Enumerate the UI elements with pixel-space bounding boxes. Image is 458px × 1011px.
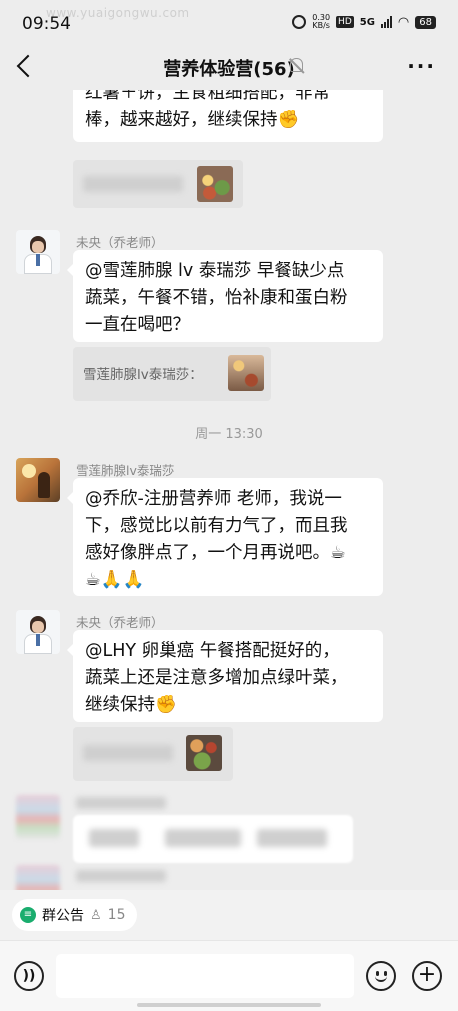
message-list[interactable]: 红薯＋饼，主食粗细搭配，非常 棒，越来越好，继续保持✊ 未央（乔老师） @雪莲肺… xyxy=(0,90,458,890)
add-attachment-icon[interactable]: + xyxy=(412,961,442,991)
emoji-icon[interactable] xyxy=(366,961,396,991)
muted-bell-icon xyxy=(290,58,303,72)
message-line: @LHY 卵巢癌 午餐搭配挺好的， xyxy=(85,641,340,661)
chat-title: 营养体验营(56) xyxy=(163,59,295,80)
message-line: 蔬菜，午餐不错，怡补康和蛋白粉 xyxy=(85,288,348,308)
blurred-sender xyxy=(76,797,166,809)
sender-name: 未央（乔老师） xyxy=(76,615,164,630)
group-notice-button[interactable]: ≡ 群公告 ♙ 15 xyxy=(12,899,138,931)
quoted-food-image[interactable] xyxy=(186,735,222,771)
blurred-quote-text xyxy=(83,745,173,761)
voice-input-icon[interactable]: )) xyxy=(14,961,44,991)
blurred-sender xyxy=(76,870,166,882)
avatar-figure xyxy=(38,472,50,498)
avatar-face xyxy=(32,241,44,253)
network-type: 5G xyxy=(359,16,375,28)
sender-name: 雪莲肺腺lv泰瑞莎 xyxy=(76,463,175,478)
message-bubble[interactable] xyxy=(73,815,353,863)
avatar-sun xyxy=(22,464,36,478)
sender-name: 未央（乔老师） xyxy=(76,235,164,250)
net-speed-unit: KB/s xyxy=(312,21,330,30)
avatar[interactable] xyxy=(16,795,60,839)
wifi-icon: ◠ xyxy=(397,14,410,30)
message-line: 红薯＋饼，主食粗细搭配，非常 xyxy=(85,90,330,103)
more-options-icon[interactable]: ··· xyxy=(407,54,436,78)
message-line: 下，感觉比以前有力气了，而且我 xyxy=(85,516,348,536)
blurred-message xyxy=(165,829,241,847)
time-separator: 周一 13:30 xyxy=(195,427,263,442)
group-notice-bar: ≡ 群公告 ♙ 15 xyxy=(0,890,458,940)
message-line: 棒，越来越好，继续保持✊ xyxy=(85,110,300,130)
signal-icon xyxy=(380,16,392,28)
notice-label: 群公告 xyxy=(42,908,84,924)
avatar[interactable] xyxy=(16,865,60,890)
quoted-message[interactable] xyxy=(73,160,243,208)
message-line: 蔬菜上还是注意多增加点绿叶菜， xyxy=(85,668,348,688)
quoted-message[interactable] xyxy=(73,727,233,781)
avatar-tie xyxy=(36,254,40,266)
message-line: @雪莲肺腺 lv 泰瑞莎 早餐缺少点 xyxy=(85,261,345,281)
avatar[interactable] xyxy=(16,610,60,654)
notice-icon: ≡ xyxy=(20,907,36,923)
chat-header: 营养体验营(56) ··· xyxy=(0,44,458,90)
message-bubble[interactable]: @LHY 卵巢癌 午餐搭配挺好的， 蔬菜上还是注意多增加点绿叶菜， 继续保持✊ xyxy=(67,630,383,722)
battery-icon: 68 xyxy=(415,15,436,29)
net-speed: 0.30 KB/s xyxy=(312,14,330,30)
avatar[interactable] xyxy=(16,230,60,274)
message-bubble[interactable]: @雪莲肺腺 lv 泰瑞莎 早餐缺少点 蔬菜，午餐不错，怡补康和蛋白粉 一直在喝吧… xyxy=(67,250,383,342)
message-bubble[interactable]: @乔欣-注册营养师 老师，我说一 下，感觉比以前有力气了，而且我 感好像胖点了，… xyxy=(67,478,383,596)
message-line: ☕🙏🙏 xyxy=(85,570,145,590)
message-line: 一直在喝吧？ xyxy=(85,315,190,335)
blurred-message xyxy=(257,829,327,847)
message-line: 继续保持✊ xyxy=(85,695,177,715)
member-count: 15 xyxy=(107,907,126,923)
avatar-tie xyxy=(36,634,40,646)
message-input[interactable] xyxy=(56,954,354,998)
message-line: @乔欣-注册营养师 老师，我说一 xyxy=(85,489,342,509)
message-bubble[interactable]: 红薯＋饼，主食粗细搭配，非常 棒，越来越好，继续保持✊ xyxy=(73,90,383,142)
avatar[interactable] xyxy=(16,458,60,502)
alarm-icon xyxy=(292,15,307,29)
quoted-food-image[interactable] xyxy=(228,355,264,391)
message-line: 感好像胖点了，一个月再说吧。☕ xyxy=(85,543,346,563)
status-bar: www.yuaigongwu.com 09:54 0.30 KB/s HD 5G… xyxy=(0,0,458,44)
input-bar: )) + xyxy=(0,940,458,1011)
quoted-message[interactable]: 雪莲肺腺lv泰瑞莎： xyxy=(73,347,271,401)
quoted-food-image[interactable] xyxy=(197,166,233,202)
hd-badge: HD xyxy=(336,16,354,28)
status-time: 09:54 xyxy=(22,14,71,34)
avatar-face xyxy=(32,621,44,633)
status-icons: 0.30 KB/s HD 5G ◠ 68 xyxy=(292,14,436,30)
person-icon: ♙ xyxy=(90,907,102,923)
blurred-quote-text xyxy=(83,176,183,192)
home-indicator xyxy=(137,1003,321,1007)
quote-text: 雪莲肺腺lv泰瑞莎： xyxy=(83,367,203,383)
blurred-message xyxy=(89,829,139,847)
